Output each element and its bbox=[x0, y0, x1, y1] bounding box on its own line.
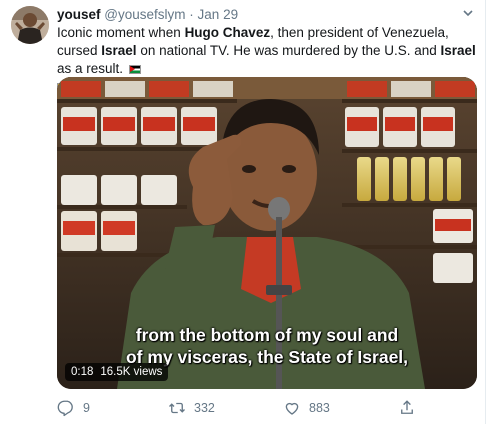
hashtag-mention-bold: Hugo Chavez bbox=[184, 25, 271, 40]
share-button[interactable] bbox=[398, 398, 416, 418]
video-views: 16.5K views bbox=[100, 366, 163, 378]
bold-keyword: Israel bbox=[440, 43, 476, 58]
tweet-actions: 9 332 883 bbox=[57, 398, 477, 418]
like-icon bbox=[285, 402, 299, 415]
tweet[interactable]: yousef @yousefslym · Jan 29 Iconic momen… bbox=[0, 0, 486, 424]
user-handle[interactable]: @yousefslym bbox=[104, 7, 185, 22]
share-icon bbox=[401, 400, 413, 414]
retweet-icon bbox=[169, 402, 185, 414]
separator-dot: · bbox=[189, 7, 194, 22]
video-caption-line-1: from the bottom of my soul and bbox=[135, 325, 399, 345]
avatar[interactable] bbox=[11, 6, 49, 44]
tweet-text-part: as a result. bbox=[57, 61, 124, 76]
video-player[interactable]: from the bottom of my soul and of my vis… bbox=[57, 77, 477, 389]
bold-keyword: Israel bbox=[101, 43, 137, 58]
like-button[interactable]: 883 bbox=[283, 398, 330, 418]
tweet-date[interactable]: Jan 29 bbox=[198, 7, 239, 22]
tweet-text-part: Iconic moment when bbox=[57, 25, 185, 40]
reply-icon bbox=[57, 400, 73, 417]
reply-button[interactable]: 9 bbox=[57, 398, 90, 418]
video-duration: 0:18 bbox=[71, 366, 94, 378]
avatar-image bbox=[11, 6, 49, 44]
display-name[interactable]: yousef bbox=[57, 7, 101, 22]
tweet-text-part: on national TV. He was murdered by the U… bbox=[136, 43, 441, 58]
reply-count: 9 bbox=[83, 401, 90, 415]
like-count: 883 bbox=[309, 401, 330, 415]
more-options-icon[interactable] bbox=[461, 6, 475, 25]
retweet-button[interactable]: 332 bbox=[168, 398, 215, 418]
video-stats-pill: 0:18 16.5K views bbox=[65, 363, 169, 381]
palestine-flag-icon bbox=[128, 65, 141, 74]
retweet-count: 332 bbox=[194, 401, 215, 415]
tweet-header: yousef @yousefslym · Jan 29 bbox=[57, 6, 477, 24]
